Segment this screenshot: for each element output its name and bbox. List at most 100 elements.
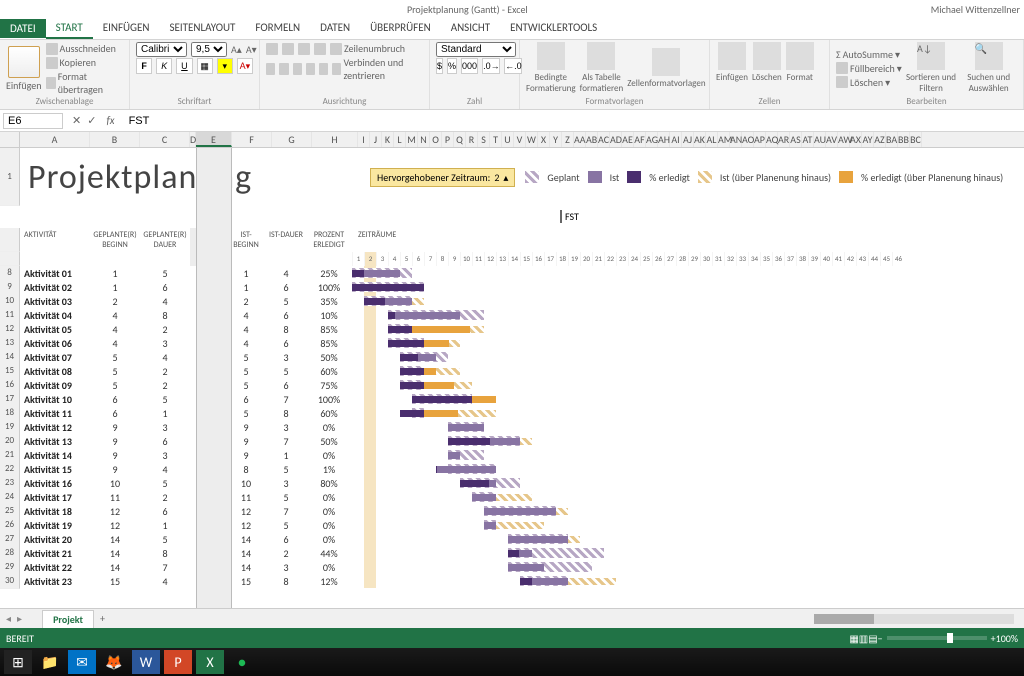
ribbon-tab-entwicklertools[interactable]: ENTWICKLERTOOLS — [500, 18, 607, 39]
table-row[interactable]: 12Aktivität 05424885% — [0, 322, 1024, 336]
table-row[interactable]: 30Aktivität 2315415812% — [0, 574, 1024, 588]
align-bottom-icon[interactable] — [298, 43, 310, 55]
merge-center-button[interactable]: Verbinden und zentrieren — [332, 56, 423, 82]
col-header-X[interactable]: X — [538, 132, 550, 147]
find-select-button[interactable]: 🔍Suchen und Auswählen — [960, 42, 1017, 94]
worksheet[interactable]: 1 Projektplanung Hervorgehobener Zeitrau… — [0, 148, 1024, 608]
col-header-AT[interactable]: AT — [802, 132, 814, 147]
clear-button[interactable]: Löschen ▾ — [836, 76, 902, 89]
col-header-AJ[interactable]: AJ — [682, 132, 694, 147]
col-header-Y[interactable]: Y — [550, 132, 562, 147]
insert-cells-button[interactable]: Einfügen — [716, 42, 748, 83]
fx-icon[interactable]: fx — [102, 114, 118, 127]
col-header-V[interactable]: V — [514, 132, 526, 147]
copy-button[interactable]: Kopieren — [46, 56, 123, 69]
col-header-AC[interactable]: AC — [598, 132, 610, 147]
col-header-K[interactable]: K — [382, 132, 394, 147]
column-headers[interactable]: ABCDEFGHIJKLMNOPQRSTUVWXYZAAABACADAEAFAG… — [0, 132, 1024, 148]
ribbon-tab-ansicht[interactable]: ANSICHT — [441, 18, 500, 39]
spotify-icon[interactable]: ● — [228, 650, 256, 674]
orientation-icon[interactable] — [314, 43, 326, 55]
col-header-N[interactable]: N — [418, 132, 430, 147]
ribbon-tab-seitenlayout[interactable]: SEITENLAYOUT — [159, 18, 245, 39]
table-row[interactable]: 9Aktivität 021616100% — [0, 280, 1024, 294]
table-row[interactable]: 15Aktivität 08525560% — [0, 364, 1024, 378]
col-header-P[interactable]: P — [442, 132, 454, 147]
align-right-icon[interactable] — [293, 63, 302, 75]
col-header-AH[interactable]: AH — [658, 132, 670, 147]
col-header-H[interactable]: H — [312, 132, 358, 147]
format-as-table-button[interactable]: Als Tabelle formatieren — [580, 42, 624, 94]
col-header-AN[interactable]: AN — [730, 132, 742, 147]
firefox-icon[interactable]: 🦊 — [100, 650, 128, 674]
col-header-AP[interactable]: AP — [754, 132, 766, 147]
mail-icon[interactable]: ✉ — [68, 650, 96, 674]
explorer-icon[interactable]: 📁 — [36, 650, 64, 674]
autosum-button[interactable]: Σ AutoSumme ▾ — [836, 48, 902, 61]
table-row[interactable]: 17Aktivität 106567100% — [0, 392, 1024, 406]
col-header-AD[interactable]: AD — [610, 132, 622, 147]
cut-button[interactable]: Ausschneiden — [46, 42, 123, 55]
table-row[interactable]: 22Aktivität 1594851% — [0, 462, 1024, 476]
align-center-icon[interactable] — [279, 63, 288, 75]
col-header-AV[interactable]: AV — [826, 132, 838, 147]
col-header-BA[interactable]: BA — [886, 132, 898, 147]
table-row[interactable]: 26Aktivität 191211250% — [0, 518, 1024, 532]
indent-increase-icon[interactable] — [319, 63, 328, 75]
ribbon-tab-start[interactable]: START — [46, 18, 93, 39]
tab-nav-prev-icon[interactable]: ◂ — [0, 612, 17, 625]
file-tab[interactable]: DATEI — [0, 19, 46, 38]
table-row[interactable]: 13Aktivität 06434685% — [0, 336, 1024, 350]
decrease-font-icon[interactable]: A▾ — [246, 43, 257, 56]
col-header-U[interactable]: U — [502, 132, 514, 147]
font-select[interactable]: Calibri — [136, 42, 187, 57]
col-header-G[interactable]: G — [272, 132, 312, 147]
highlight-period-box[interactable]: Hervorgehobener Zeitraum: 2 ▴ — [370, 168, 515, 187]
zoom-slider[interactable] — [887, 636, 987, 640]
ribbon-tab-formeln[interactable]: FORMELN — [245, 18, 310, 39]
col-header-Q[interactable]: Q — [454, 132, 466, 147]
sheet-tab-active[interactable]: Projekt — [42, 610, 94, 628]
col-header-AI[interactable]: AI — [670, 132, 682, 147]
col-header-BC[interactable]: BC — [910, 132, 922, 147]
col-header-AS[interactable]: AS — [790, 132, 802, 147]
col-header-AZ[interactable]: AZ — [874, 132, 886, 147]
wrap-text-button[interactable]: Zeilenumbruch — [330, 42, 405, 55]
table-row[interactable]: 20Aktivität 13969750% — [0, 434, 1024, 448]
paste-label[interactable]: Einfügen — [6, 79, 42, 92]
word-icon[interactable]: W — [132, 650, 160, 674]
col-header-AU[interactable]: AU — [814, 132, 826, 147]
powerpoint-icon[interactable]: P — [164, 650, 192, 674]
col-header-A[interactable]: A — [20, 132, 90, 147]
col-header-AB[interactable]: AB — [586, 132, 598, 147]
fill-button[interactable]: Füllbereich ▾ — [836, 62, 902, 75]
col-header-E[interactable]: E — [196, 132, 232, 147]
new-sheet-button[interactable]: + — [100, 612, 105, 625]
formula-input[interactable] — [125, 115, 1024, 127]
col-header-I[interactable]: I — [358, 132, 370, 147]
ribbon-tab-daten[interactable]: DATEN — [310, 18, 360, 39]
increase-font-icon[interactable]: A▴ — [231, 43, 242, 56]
enter-formula-icon[interactable]: ✓ — [87, 114, 96, 127]
align-left-icon[interactable] — [266, 63, 275, 75]
col-header-AF[interactable]: AF — [634, 132, 646, 147]
align-middle-icon[interactable] — [282, 43, 294, 55]
col-header-AY[interactable]: AY — [862, 132, 874, 147]
col-header-AR[interactable]: AR — [778, 132, 790, 147]
table-row[interactable]: 28Aktivität 2114814244% — [0, 546, 1024, 560]
cell-styles-button[interactable]: Zellenformatvorlagen — [627, 48, 705, 89]
table-row[interactable]: 21Aktivität 1493910% — [0, 448, 1024, 462]
col-header-BB[interactable]: BB — [898, 132, 910, 147]
col-header-AA[interactable]: AA — [574, 132, 586, 147]
col-header-F[interactable]: F — [232, 132, 272, 147]
col-header-AK[interactable]: AK — [694, 132, 706, 147]
table-row[interactable]: 24Aktivität 171121150% — [0, 490, 1024, 504]
col-header-J[interactable]: J — [370, 132, 382, 147]
col-header-AE[interactable]: AE — [622, 132, 634, 147]
bold-button[interactable]: F — [136, 58, 152, 74]
col-header-AW[interactable]: AW — [838, 132, 850, 147]
underline-button[interactable]: U — [176, 58, 192, 74]
table-row[interactable]: 23Aktivität 1610510380% — [0, 476, 1024, 490]
align-top-icon[interactable] — [266, 43, 278, 55]
col-header-AX[interactable]: AX — [850, 132, 862, 147]
